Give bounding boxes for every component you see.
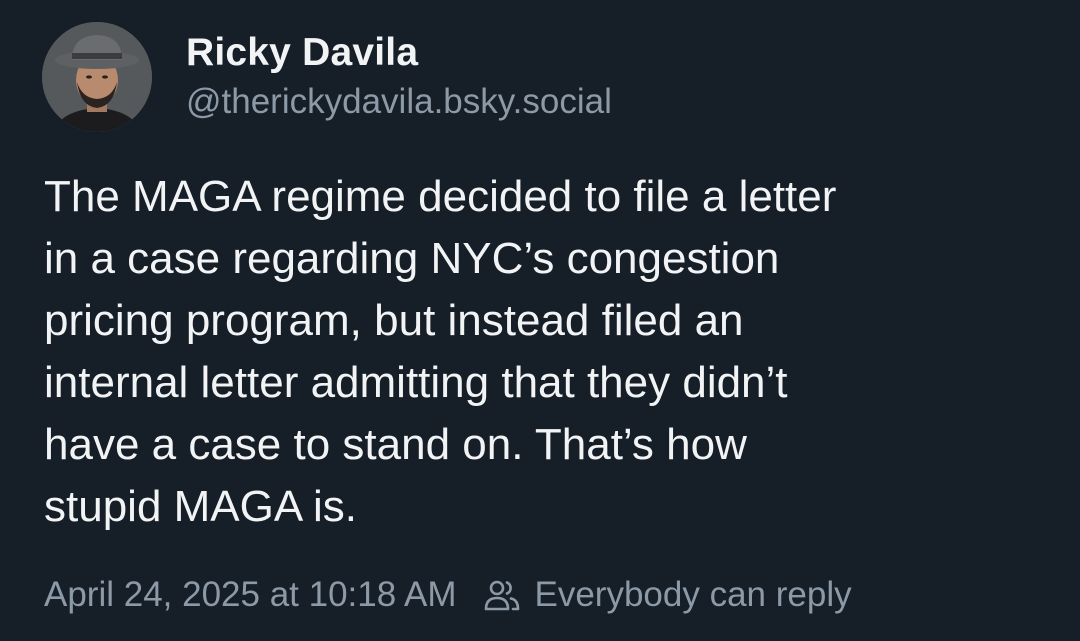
post-card: Ricky Davila @therickydavila.bsky.social…	[0, 0, 1080, 641]
author-handle[interactable]: @therickydavila.bsky.social	[186, 81, 612, 123]
post-header: Ricky Davila @therickydavila.bsky.social	[42, 22, 612, 132]
post-text: The MAGA regime decided to file a letter…	[44, 172, 837, 531]
author-names: Ricky Davila @therickydavila.bsky.social	[186, 31, 612, 124]
avatar-image	[42, 22, 152, 132]
reply-setting[interactable]: Everybody can reply	[483, 575, 852, 615]
author-display-name[interactable]: Ricky Davila	[186, 31, 612, 76]
users-icon	[483, 576, 521, 614]
post-timestamp[interactable]: April 24, 2025 at 10:18 AM	[44, 575, 457, 615]
reply-setting-label: Everybody can reply	[534, 575, 852, 614]
post-footer: April 24, 2025 at 10:18 AM Everybody can…	[44, 575, 852, 615]
avatar[interactable]	[42, 22, 152, 132]
